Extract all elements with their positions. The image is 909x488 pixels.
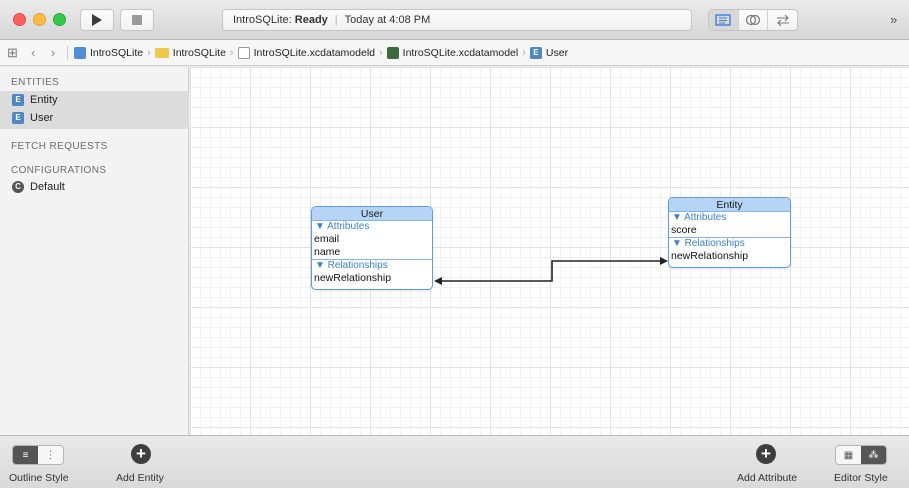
graph-style-icon[interactable]: ⁂ xyxy=(861,446,886,464)
folder-icon xyxy=(154,47,169,58)
attributes-group-label[interactable]: ▼ Attributes xyxy=(312,221,432,233)
outline-style-control[interactable]: ≡ ⋮ xyxy=(12,445,64,465)
breadcrumb-label: IntroSQLite xyxy=(90,46,144,59)
forward-chevron-icon[interactable]: › xyxy=(51,45,63,60)
sidebar-item-label: User xyxy=(30,112,54,124)
relationships-group-label[interactable]: ▼ Relationships xyxy=(312,260,432,272)
related-items-icon[interactable]: ⊞ xyxy=(7,45,23,61)
back-chevron-icon[interactable]: ‹ xyxy=(31,45,43,60)
editor-style-control[interactable]: ▦ ⁂ xyxy=(835,445,887,465)
activity-project: IntroSQLite: xyxy=(233,14,292,26)
breadcrumb-xcdatamodeld[interactable]: IntroSQLite.xcdatamodeld xyxy=(237,46,375,59)
jump-bar: ⊞ ‹ › IntroSQLite › IntroSQLite › IntroS… xyxy=(0,40,909,66)
version-editor-button[interactable] xyxy=(768,10,797,30)
fetch-requests-section-title[interactable]: FETCH REQUESTS xyxy=(11,141,108,152)
breadcrumb-label: User xyxy=(545,46,569,59)
entity-icon: E xyxy=(529,46,542,59)
activity-viewer: IntroSQLite: Ready | Today at 4:08 PM xyxy=(222,9,692,31)
minimize-window-button[interactable] xyxy=(33,13,46,26)
breadcrumb-project[interactable]: IntroSQLite xyxy=(74,46,144,59)
breadcrumb-label: IntroSQLite xyxy=(172,46,226,59)
data-model-icon xyxy=(386,46,399,59)
add-attribute-button[interactable]: + xyxy=(756,444,776,464)
plus-icon: + xyxy=(136,444,146,463)
entity-entity-box[interactable]: Entity ▼ Attributes score ▼ Relationship… xyxy=(668,197,791,268)
sidebar-item-user[interactable]: E User xyxy=(12,112,53,124)
relationship-row[interactable]: newRelationship xyxy=(669,250,790,263)
activity-status: Ready xyxy=(294,14,328,26)
editor-bottom-bar: ≡ ⋮ Outline Style + Add Entity + Add Att… xyxy=(0,435,909,488)
jumpbar-divider xyxy=(67,45,68,60)
attribute-row[interactable]: name xyxy=(312,246,432,259)
assistant-editor-button[interactable] xyxy=(739,10,769,30)
entity-icon: E xyxy=(12,94,24,106)
user-entity-box[interactable]: User ▼ Attributes email name ▼ Relations… xyxy=(311,206,433,290)
sidebar-item-entity[interactable]: E Entity xyxy=(12,94,58,106)
breadcrumb-entity[interactable]: E User xyxy=(529,46,569,59)
sidebar-item-label: Default xyxy=(30,181,65,193)
configurations-section-title: CONFIGURATIONS xyxy=(11,165,107,176)
outline-sidebar: ENTITIES E Entity E User FETCH REQUESTS … xyxy=(0,67,189,435)
breadcrumb-label: IntroSQLite.xcdatamodeld xyxy=(253,46,375,59)
breadcrumb-separator: › xyxy=(229,46,234,59)
run-button[interactable] xyxy=(80,9,114,31)
breadcrumb-xcdatamodel[interactable]: IntroSQLite.xcdatamodel xyxy=(386,46,519,59)
editor-style-label: Editor Style xyxy=(834,472,888,484)
zoom-window-button[interactable] xyxy=(53,13,66,26)
breadcrumb-label: IntroSQLite.xcdatamodel xyxy=(402,46,519,59)
relationships-group-label[interactable]: ▼ Relationships xyxy=(669,238,790,250)
editor-mode-control xyxy=(708,9,798,31)
standard-editor-icon xyxy=(715,14,732,26)
flat-list-icon[interactable]: ≡ xyxy=(13,446,38,464)
hierarchical-list-icon[interactable]: ⋮ xyxy=(38,446,63,464)
activity-time: Today at 4:08 PM xyxy=(344,14,431,26)
assistant-editor-icon xyxy=(745,14,761,26)
more-toolbar-icon[interactable]: » xyxy=(890,12,897,27)
entities-section-title: ENTITIES xyxy=(11,77,60,88)
close-window-button[interactable] xyxy=(13,13,26,26)
version-editor-icon xyxy=(776,14,789,26)
entity-icon: E xyxy=(12,112,24,124)
outline-style-label: Outline Style xyxy=(9,472,69,484)
graph-canvas[interactable]: User ▼ Attributes email name ▼ Relations… xyxy=(190,67,909,435)
plus-icon: + xyxy=(761,444,771,463)
configuration-icon: C xyxy=(12,181,24,193)
model-bundle-icon xyxy=(237,46,250,59)
project-icon xyxy=(74,46,86,59)
sidebar-item-default[interactable]: C Default xyxy=(12,181,65,193)
attributes-group-label[interactable]: ▼ Attributes xyxy=(669,212,790,224)
stop-button[interactable] xyxy=(120,9,154,31)
table-style-icon[interactable]: ▦ xyxy=(836,446,861,464)
add-attribute-label: Add Attribute xyxy=(737,472,798,484)
play-icon xyxy=(92,14,102,26)
breadcrumb-separator: › xyxy=(522,46,526,59)
sidebar-item-label: Entity xyxy=(30,94,58,106)
arrowhead-right-icon xyxy=(660,257,668,265)
breadcrumb-separator: › xyxy=(379,46,383,59)
stop-icon xyxy=(132,15,142,25)
attribute-row[interactable]: email xyxy=(312,233,432,246)
arrowhead-left-icon xyxy=(434,277,442,285)
window-toolbar: IntroSQLite: Ready | Today at 4:08 PM » xyxy=(0,0,909,40)
relationship-connector xyxy=(434,257,668,285)
entity-title: Entity xyxy=(669,198,790,212)
add-entity-label: Add Entity xyxy=(116,472,164,484)
breadcrumb-group[interactable]: IntroSQLite xyxy=(154,46,226,59)
breadcrumb-separator: › xyxy=(147,46,151,59)
entity-title: User xyxy=(312,207,432,221)
relationship-row[interactable]: newRelationship xyxy=(312,272,432,285)
attribute-row[interactable]: score xyxy=(669,224,790,237)
add-entity-button[interactable]: + xyxy=(131,444,151,464)
activity-separator: | xyxy=(334,14,338,26)
standard-editor-button[interactable] xyxy=(709,10,739,30)
